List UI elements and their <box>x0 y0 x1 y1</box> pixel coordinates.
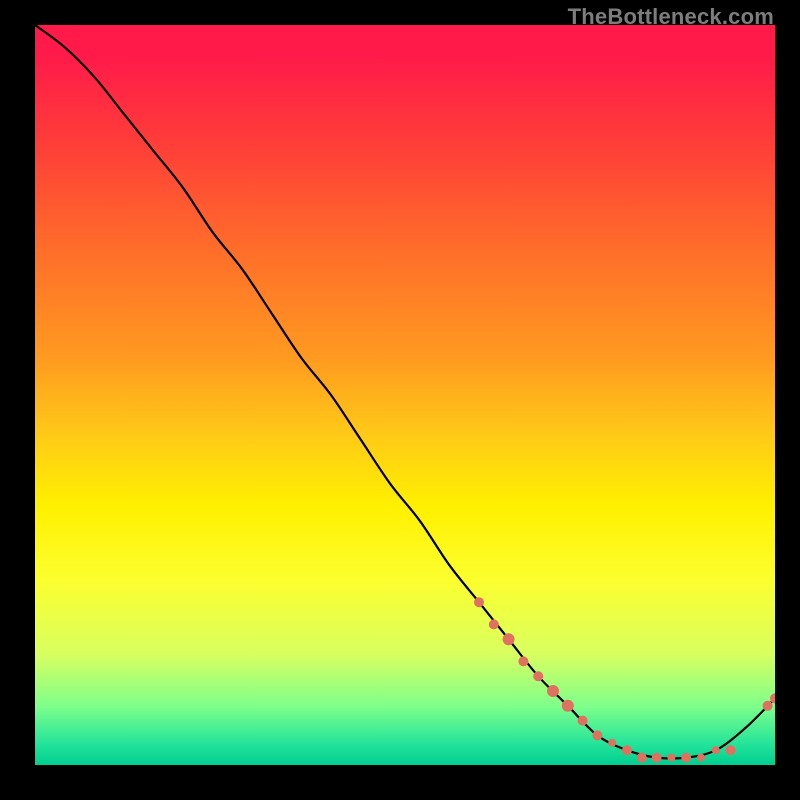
plot-area <box>35 25 775 765</box>
marker-dot <box>652 753 662 763</box>
marker-dot <box>562 700 574 712</box>
marker-dot <box>518 656 528 666</box>
marker-dot <box>697 754 705 762</box>
chart-overlay-svg <box>35 25 775 765</box>
marker-dot <box>622 745 632 755</box>
marker-dot <box>667 754 675 762</box>
marker-group <box>474 597 775 762</box>
marker-dot <box>489 619 499 629</box>
marker-dot <box>592 730 602 740</box>
marker-dot <box>608 739 616 747</box>
marker-dot <box>547 685 559 697</box>
marker-dot <box>578 716 588 726</box>
marker-dot <box>503 633 515 645</box>
marker-dot <box>726 745 736 755</box>
chart-stage: TheBottleneck.com <box>0 0 800 800</box>
marker-dot <box>533 671 543 681</box>
marker-dot <box>474 597 484 607</box>
marker-dot <box>763 701 773 711</box>
bottleneck-curve <box>35 25 775 759</box>
marker-dot <box>681 753 691 763</box>
marker-dot <box>712 746 720 754</box>
marker-dot <box>637 753 647 763</box>
